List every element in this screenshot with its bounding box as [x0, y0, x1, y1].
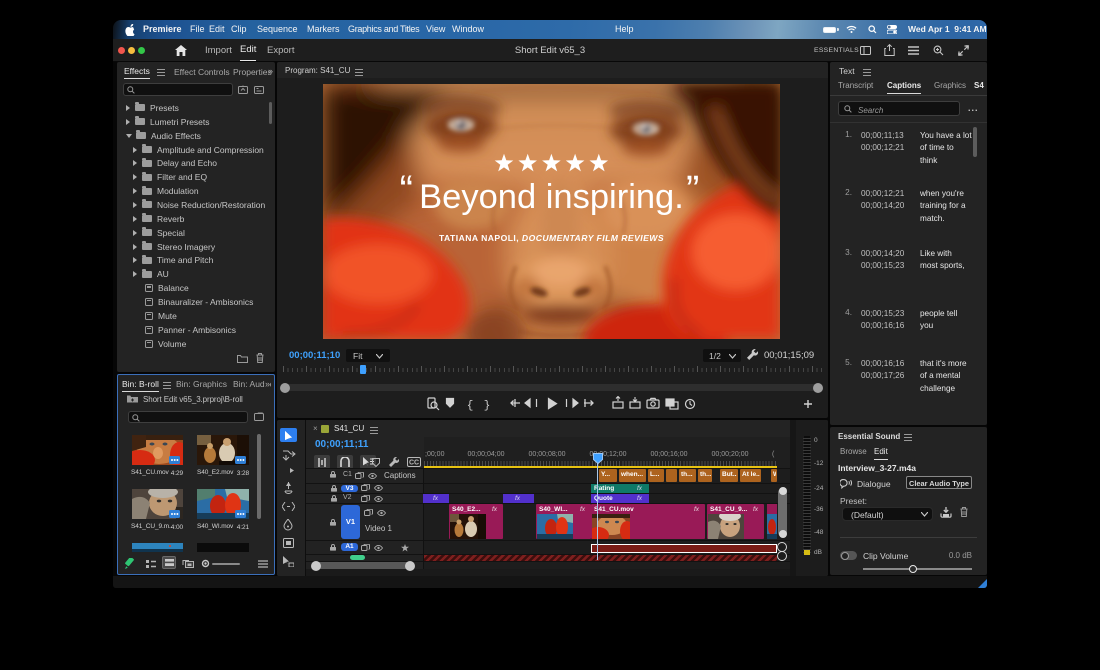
svg-text:Beyond inspiring.: Beyond inspiring. [419, 178, 684, 216]
svg-text:”: ” [686, 168, 699, 212]
svg-text:}: } [484, 400, 491, 412]
svg-text:{: { [467, 400, 474, 412]
svg-text:CC: CC [409, 460, 419, 467]
svg-text:TATIANA NAPOLI, DOCUMENTARY FI: TATIANA NAPOLI, DOCUMENTARY FILM REVIEWS [439, 233, 664, 243]
svg-text:“: “ [400, 168, 413, 212]
